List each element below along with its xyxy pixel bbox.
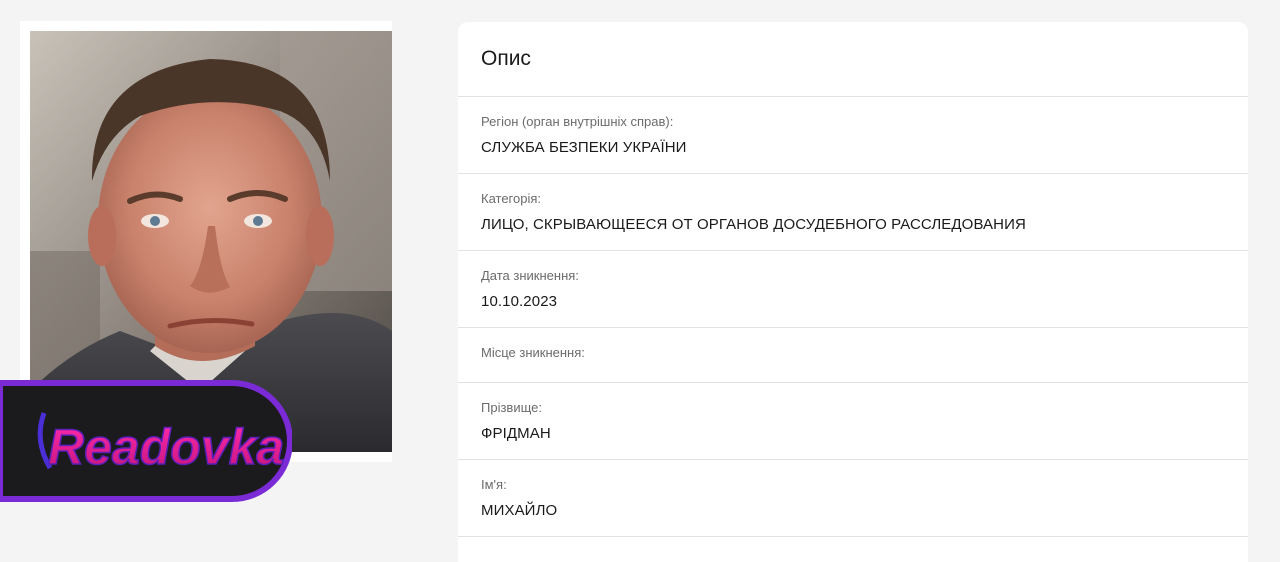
field-first-name-value: МИХАЙЛО bbox=[481, 502, 558, 519]
field-disappearance-date: Дата зникнення: 10.10.2023 bbox=[458, 251, 1248, 328]
field-surname-label: Прізвище: bbox=[481, 400, 542, 415]
field-first-name: Ім'я: МИХАЙЛО bbox=[458, 460, 1248, 537]
card-title: Опис bbox=[458, 22, 1248, 97]
field-region-value: СЛУЖБА БЕЗПЕКИ УКРАЇНИ bbox=[481, 139, 687, 156]
readovka-watermark: Readovka bbox=[0, 380, 292, 502]
readovka-logo: Readovka bbox=[0, 380, 292, 502]
field-disappearance-date-label: Дата зникнення: bbox=[481, 268, 579, 283]
field-surname-value: ФРІДМАН bbox=[481, 425, 551, 442]
field-first-name-label: Ім'я: bbox=[481, 477, 507, 492]
description-card: Опис Регіон (орган внутрішніх справ): СЛ… bbox=[458, 22, 1248, 562]
field-category-label: Категорія: bbox=[481, 191, 542, 206]
field-surname: Прізвище: ФРІДМАН bbox=[458, 383, 1248, 460]
field-category: Категорія: ЛИЦО, СКРЫВАЮЩЕЕСЯ ОТ ОРГАНОВ… bbox=[458, 174, 1248, 251]
field-disappearance-date-value: 10.10.2023 bbox=[481, 293, 558, 310]
field-disappearance-place-label: Місце зникнення: bbox=[481, 345, 585, 360]
field-disappearance-place: Місце зникнення: bbox=[458, 328, 1248, 383]
field-region: Регіон (орган внутрішніх справ): СЛУЖБА … bbox=[458, 97, 1248, 174]
field-category-value: ЛИЦО, СКРЫВАЮЩЕЕСЯ ОТ ОРГАНОВ ДОСУДЕБНОГ… bbox=[481, 216, 1026, 233]
watermark-text: Readovka bbox=[48, 419, 284, 475]
field-region-label: Регіон (орган внутрішніх справ): bbox=[481, 114, 674, 129]
